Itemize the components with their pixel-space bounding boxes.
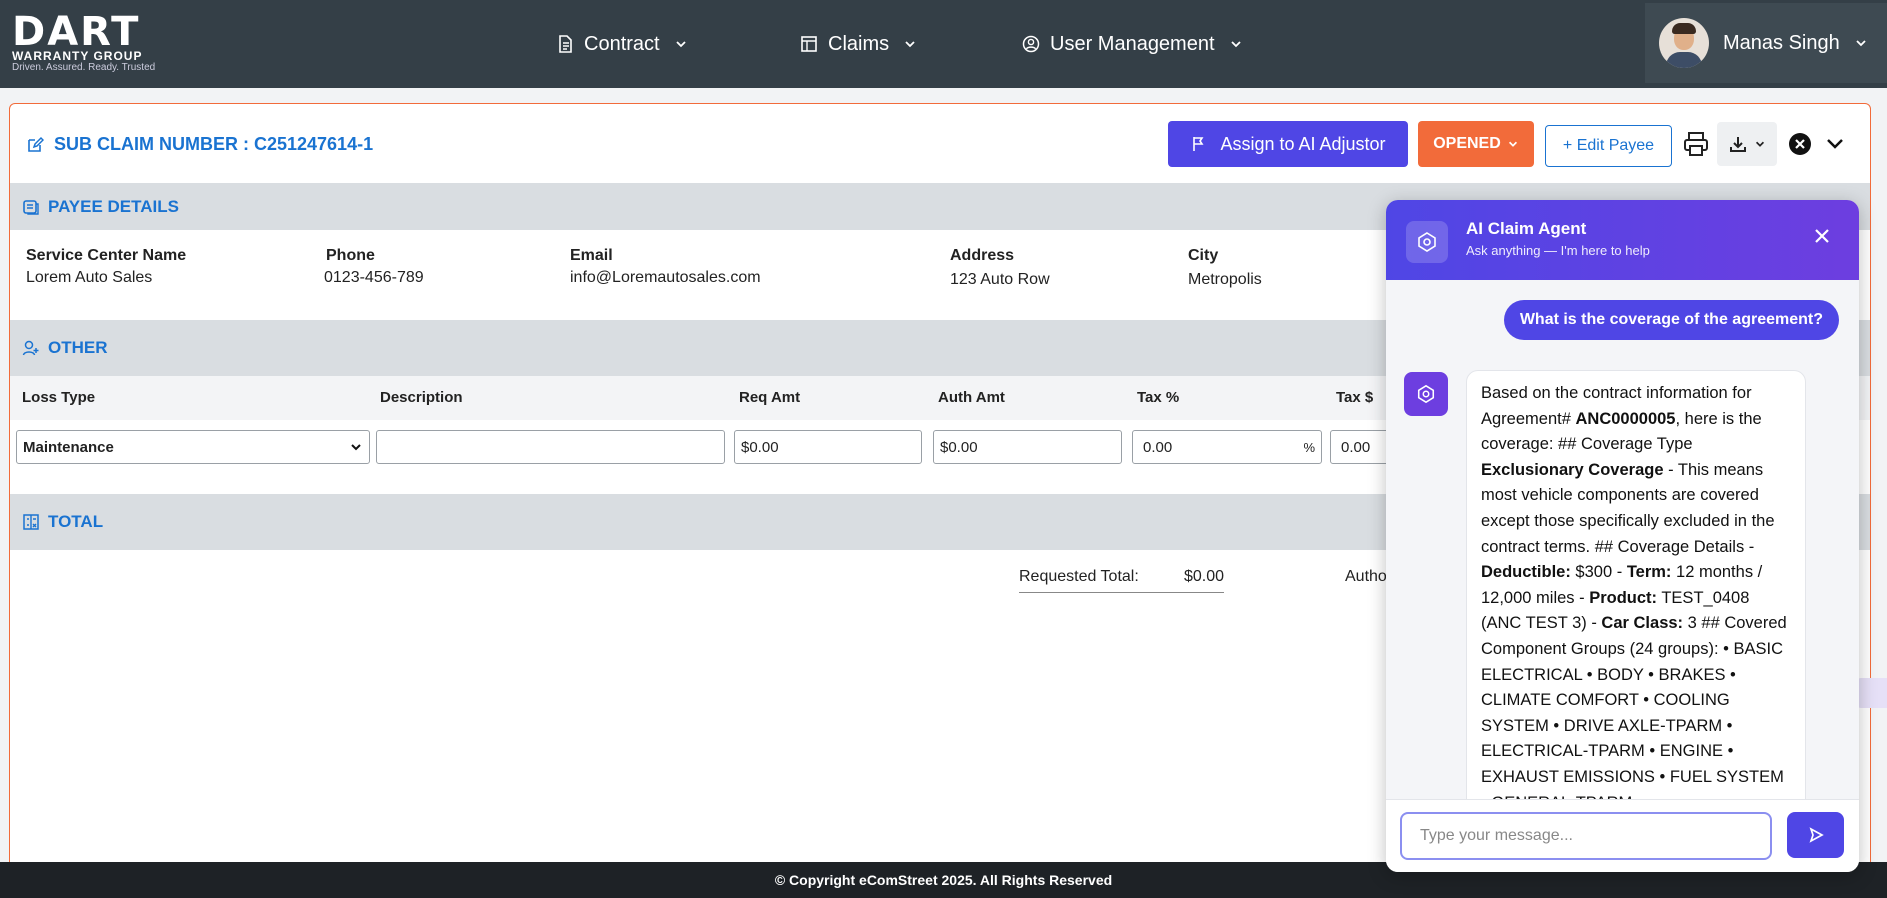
assign-icon xyxy=(1193,137,1204,151)
city-field: City Metropolis xyxy=(1188,247,1262,288)
loss-type-select[interactable]: Maintenance xyxy=(16,430,370,464)
address-field: Address 123 Auto Row xyxy=(950,247,1050,288)
copyright-text: © Copyright eComStreet 2025. All Rights … xyxy=(774,872,1113,888)
logo-wordmark: DART xyxy=(12,9,141,55)
status-label: OPENED xyxy=(1433,135,1501,152)
nav-contract[interactable]: Contract xyxy=(556,0,688,88)
auth-amt-input[interactable]: $0.00 xyxy=(933,430,1122,464)
status-dropdown[interactable]: OPENED xyxy=(1418,121,1534,167)
chevron-down-icon xyxy=(1508,141,1517,147)
close-circle-icon[interactable] xyxy=(1788,132,1812,156)
top-navbar: DART WARRANTY GROUP Driven. Assured. Rea… xyxy=(0,0,1887,88)
requested-total: Requested Total: $0.00 xyxy=(1019,568,1224,593)
ai-robot-icon xyxy=(1406,221,1448,263)
assign-ai-adjustor-label: Assign to AI Adjustor xyxy=(1220,133,1386,154)
side-panel-tab[interactable] xyxy=(1857,678,1887,708)
phone-field: Phone 0123-456-789 xyxy=(324,247,424,286)
user-message: What is the coverage of the agreement? xyxy=(1503,300,1839,340)
service-center-field: Service Center Name Lorem Auto Sales xyxy=(26,247,187,286)
chevron-down-icon xyxy=(675,41,686,48)
print-icon[interactable] xyxy=(1682,130,1710,158)
user-add-icon xyxy=(22,340,39,356)
chat-messages: What is the coverage of the agreement? B… xyxy=(1386,280,1859,799)
logo-subtitle: WARRANTY GROUP xyxy=(12,49,143,63)
ai-panel-subtitle: Ask anything — I'm here to help xyxy=(1466,243,1650,258)
nav-user-management[interactable]: User Management xyxy=(1022,0,1243,88)
user-menu[interactable]: Manas Singh xyxy=(1645,3,1887,83)
ai-panel-header: AI Claim Agent Ask anything — I'm here t… xyxy=(1386,200,1859,280)
col-tax-amt: Tax $ xyxy=(1336,389,1374,406)
logo-tagline: Driven. Assured. Ready. Trusted xyxy=(12,62,156,73)
user-name: Manas Singh xyxy=(1723,31,1840,54)
download-icon xyxy=(1730,137,1746,152)
nav-claims-label: Claims xyxy=(828,32,890,55)
bot-message: Based on the contract information for Ag… xyxy=(1466,370,1806,799)
chat-message-input[interactable] xyxy=(1400,812,1772,860)
nav-claims[interactable]: Claims xyxy=(800,0,917,88)
payee-icon xyxy=(23,199,39,215)
nav-user-management-label: User Management xyxy=(1050,32,1215,55)
avatar xyxy=(1659,18,1709,68)
edit-payee-button[interactable]: + Edit Payee xyxy=(1545,125,1672,167)
col-loss-type: Loss Type xyxy=(22,389,96,406)
calculator-icon xyxy=(23,514,39,530)
send-icon xyxy=(1809,827,1824,843)
nav-contract-label: Contract xyxy=(584,32,660,55)
edit-icon xyxy=(28,136,44,152)
send-button[interactable] xyxy=(1787,812,1844,858)
document-icon xyxy=(559,35,572,53)
chat-input-area xyxy=(1386,799,1859,872)
col-req-amt: Req Amt xyxy=(739,389,801,406)
layout-icon xyxy=(801,36,817,52)
download-dropdown[interactable] xyxy=(1717,122,1777,166)
col-description: Description xyxy=(380,389,463,406)
requested-total-value: $0.00 xyxy=(1183,568,1224,585)
other-title: OTHER xyxy=(48,338,108,357)
assign-ai-adjustor-button[interactable]: Assign to AI Adjustor xyxy=(1168,121,1408,167)
total-title: TOTAL xyxy=(48,512,104,531)
tax-pct-input[interactable]: 0.00% xyxy=(1132,430,1322,464)
requested-total-label: Requested Total: xyxy=(1019,568,1139,585)
ai-panel-title: AI Claim Agent xyxy=(1466,219,1587,238)
sub-claim-number: SUB CLAIM NUMBER : C251247614-1 xyxy=(54,134,374,154)
email-field: Email info@Loremautosales.com xyxy=(570,247,761,286)
company-logo[interactable]: DART WARRANTY GROUP Driven. Assured. Rea… xyxy=(12,9,156,74)
payee-details-title: PAYEE DETAILS xyxy=(48,196,179,216)
ai-claim-agent-panel: AI Claim Agent Ask anything — I'm here t… xyxy=(1386,200,1859,872)
bot-avatar-icon xyxy=(1404,372,1448,416)
chevron-down-icon xyxy=(1856,40,1866,47)
chevron-down-icon[interactable] xyxy=(1824,132,1846,154)
chevron-down-icon xyxy=(905,41,915,48)
chevron-down-icon xyxy=(1230,41,1241,48)
user-circle-icon xyxy=(1022,35,1040,53)
req-amt-input[interactable]: $0.00 xyxy=(734,430,922,464)
col-auth-amt: Auth Amt xyxy=(938,389,1005,406)
close-icon[interactable] xyxy=(1813,227,1831,245)
chevron-down-icon xyxy=(1755,141,1765,147)
chevron-down-icon xyxy=(351,444,361,451)
col-tax-pct: Tax % xyxy=(1137,389,1180,406)
authorized-total-label: Autho xyxy=(1345,568,1387,585)
sub-claim-title: SUB CLAIM NUMBER : C251247614-1 xyxy=(26,134,373,155)
description-input[interactable] xyxy=(376,430,725,464)
